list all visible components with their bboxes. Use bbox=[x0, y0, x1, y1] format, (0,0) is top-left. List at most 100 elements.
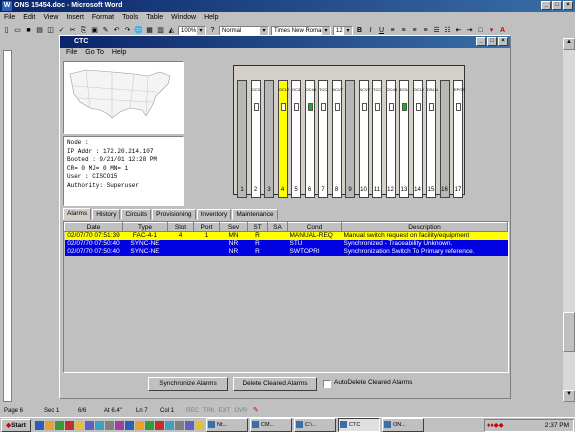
start-button[interactable]: ◆Start bbox=[1, 418, 31, 432]
word-icon[interactable] bbox=[35, 420, 44, 430]
excel-icon[interactable] bbox=[55, 420, 64, 430]
column-header-slot[interactable]: Slot bbox=[167, 222, 194, 232]
column-header-description[interactable]: Description bbox=[341, 222, 508, 232]
synchronize-alarms-button[interactable]: Synchronize Alarms bbox=[148, 377, 228, 391]
slot-16[interactable] bbox=[439, 80, 450, 198]
menu-table[interactable]: Table bbox=[146, 14, 163, 21]
app5-icon[interactable] bbox=[145, 420, 154, 430]
status-rec[interactable]: REC bbox=[186, 408, 199, 414]
app4-icon[interactable] bbox=[135, 420, 144, 430]
ie-icon[interactable] bbox=[95, 420, 104, 430]
slot-11[interactable]: TCC bbox=[372, 80, 382, 198]
copy-icon[interactable]: ⎘ bbox=[79, 26, 88, 35]
slot-7[interactable]: TCC bbox=[318, 80, 328, 198]
slot-6[interactable]: OC48 bbox=[304, 80, 316, 198]
size-select[interactable]: 12 bbox=[333, 25, 353, 36]
maximize-button[interactable]: □ bbox=[552, 1, 562, 10]
minimize-button[interactable]: _ bbox=[541, 1, 551, 10]
menu-format[interactable]: Format bbox=[92, 14, 114, 21]
task-button[interactable]: Nt... bbox=[206, 418, 248, 432]
status-trk[interactable]: TRK bbox=[203, 408, 215, 414]
slot-13[interactable]: EO1 bbox=[399, 80, 409, 198]
new-icon[interactable]: ▯ bbox=[2, 26, 11, 35]
preview-icon[interactable]: ◫ bbox=[46, 26, 55, 35]
app8-icon[interactable] bbox=[175, 420, 184, 430]
tab-maintenance[interactable]: Maintenance bbox=[232, 209, 278, 220]
spelling-status-icon[interactable]: ✎ bbox=[251, 406, 260, 415]
column-header-sev[interactable]: Sev bbox=[219, 222, 248, 232]
autodelete-checkbox[interactable] bbox=[323, 380, 331, 388]
spelling-icon[interactable]: ✓ bbox=[57, 26, 66, 35]
justify-icon[interactable]: ≡ bbox=[421, 26, 430, 35]
scroll-down-icon[interactable]: ▼ bbox=[563, 390, 575, 402]
border-icon[interactable]: □ bbox=[476, 26, 485, 35]
column-header-date[interactable]: Date bbox=[64, 222, 123, 232]
save-icon[interactable]: ■ bbox=[24, 26, 33, 35]
close-button[interactable]: × bbox=[563, 1, 573, 10]
slot-12[interactable]: OC48 bbox=[385, 80, 397, 198]
slot-9[interactable] bbox=[345, 80, 355, 198]
slot-2[interactable]: OC3 bbox=[250, 80, 261, 198]
menu-file[interactable]: File bbox=[4, 14, 15, 21]
task-button[interactable]: CM... bbox=[250, 418, 292, 432]
underline-icon[interactable]: U bbox=[377, 26, 386, 35]
app3-icon[interactable] bbox=[125, 420, 134, 430]
tab-circuits[interactable]: Circuits bbox=[121, 209, 152, 220]
outlook-icon[interactable] bbox=[75, 420, 84, 430]
slot-1[interactable] bbox=[237, 80, 247, 198]
app6-icon[interactable] bbox=[155, 420, 164, 430]
status-ovr[interactable]: OVR bbox=[234, 408, 247, 414]
alarm-row[interactable]: 02/07/70 07:51:39 FAC-4-1 4 1 MN R MANUAL-REQ M… bbox=[64, 231, 508, 240]
print-icon[interactable]: ▤ bbox=[35, 26, 44, 35]
table-icon[interactable]: ▦ bbox=[145, 26, 154, 35]
drawing-icon[interactable]: ◭ bbox=[167, 26, 176, 35]
redo-icon[interactable]: ↷ bbox=[123, 26, 132, 35]
slot-17[interactable]: EPOS bbox=[453, 80, 465, 198]
app9-icon[interactable] bbox=[185, 420, 194, 430]
tab-history[interactable]: History bbox=[92, 209, 121, 220]
undo-icon[interactable]: ↶ bbox=[112, 26, 121, 35]
task-button[interactable]: CTC bbox=[338, 418, 380, 432]
app7-icon[interactable] bbox=[165, 420, 174, 430]
folder-icon[interactable] bbox=[45, 420, 54, 430]
column-header-cond[interactable]: Cond bbox=[287, 222, 342, 232]
scroll-thumb[interactable] bbox=[563, 312, 575, 352]
align-left-icon[interactable]: ≡ bbox=[388, 26, 397, 35]
explorer-icon[interactable] bbox=[85, 420, 94, 430]
font-color-icon[interactable]: A bbox=[498, 26, 507, 35]
menu-help[interactable]: Help bbox=[204, 14, 218, 21]
open-icon[interactable]: ▭ bbox=[13, 26, 22, 35]
app-icon[interactable] bbox=[105, 420, 114, 430]
hyperlink-icon[interactable]: 🌐 bbox=[134, 26, 143, 35]
delete-cleared-alarms-button[interactable]: Delete Cleared Alarms bbox=[233, 377, 317, 391]
ctc-close-button[interactable]: × bbox=[498, 37, 508, 46]
zoom-select[interactable]: 100% bbox=[178, 25, 206, 36]
slot-15[interactable]: DS1N bbox=[426, 80, 438, 198]
paste-icon[interactable]: ▣ bbox=[90, 26, 99, 35]
powerpoint-icon[interactable] bbox=[65, 420, 74, 430]
slot-14[interactable]: OC12 bbox=[412, 80, 424, 198]
cut-icon[interactable]: ✂ bbox=[68, 26, 77, 35]
slot-3[interactable] bbox=[264, 80, 274, 198]
task-button[interactable]: C:\... bbox=[294, 418, 336, 432]
vertical-scrollbar[interactable]: ▲ ▼ bbox=[563, 38, 575, 402]
slot-8[interactable]: XCVT bbox=[331, 80, 343, 198]
ctc-maximize-button[interactable]: □ bbox=[487, 37, 497, 46]
tab-inventory[interactable]: Inventory bbox=[196, 209, 232, 220]
columns-icon[interactable]: ▥ bbox=[156, 26, 165, 35]
alarm-row[interactable]: 02/07/70 07:50:40 SYNC-NE NR R STU Synchroniz… bbox=[64, 239, 508, 248]
slot-4[interactable]: OC12 bbox=[277, 80, 289, 198]
align-right-icon[interactable]: ≡ bbox=[410, 26, 419, 35]
column-header-st[interactable]: ST bbox=[247, 222, 268, 232]
numbering-icon[interactable]: ☰ bbox=[432, 26, 441, 35]
style-select[interactable]: Normal bbox=[219, 25, 269, 36]
slot-5[interactable]: OC3 bbox=[291, 80, 301, 198]
menu-tools[interactable]: Tools bbox=[122, 14, 138, 21]
menu-insert[interactable]: Insert bbox=[66, 14, 84, 21]
slot-10[interactable]: XCVT bbox=[358, 80, 370, 198]
menu-edit[interactable]: Edit bbox=[23, 14, 35, 21]
tab-alarms[interactable]: Alarms bbox=[63, 208, 92, 220]
font-select[interactable]: Times New Roman bbox=[271, 25, 331, 36]
bullets-icon[interactable]: ☷ bbox=[443, 26, 452, 35]
shelf-view[interactable]: 1 OC3 2 3 OC12 4 OC3 5 OC48 6 TCC 7 XCVT 8 9 XCVT 10 TCC 1… bbox=[233, 65, 465, 198]
